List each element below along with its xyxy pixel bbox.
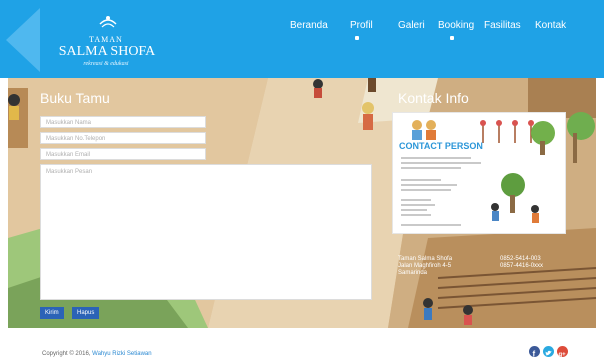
svg-text:g+: g+ bbox=[559, 352, 567, 358]
contact-address: Taman Salma Shofa Jalan Maghfiroh 4-5 Sa… bbox=[398, 256, 452, 277]
facebook-icon[interactable]: f bbox=[529, 346, 540, 359]
copyright-text: Copyright © 2016, bbox=[42, 351, 91, 357]
contact-person-heading: CONTACT PERSON bbox=[399, 141, 483, 151]
phone-input[interactable]: Masukkan No.Telepon bbox=[40, 132, 206, 144]
guestbook-title: Buku Tamu bbox=[40, 90, 110, 106]
footer-copyright: Copyright © 2016, Wahyu Rizki Setiawan bbox=[42, 351, 152, 357]
nav-kontak[interactable]: Kontak bbox=[535, 20, 566, 31]
site-logo[interactable]: TAMAN SALMA SHOFA rekreasi & edukasi bbox=[6, 8, 155, 72]
logo-tagline: rekreasi & edukasi bbox=[83, 61, 129, 67]
logo-swirl-icon bbox=[99, 16, 117, 28]
submit-button[interactable]: Kirim bbox=[40, 307, 64, 319]
contact-phones: 0852-5414-003 0857-4416-0xxx bbox=[500, 256, 543, 270]
message-textarea[interactable]: Masukkan Pesan bbox=[40, 164, 372, 300]
nav-profil[interactable]: Profil bbox=[350, 20, 373, 31]
contact-title: Kontak Info bbox=[398, 90, 469, 106]
email-input[interactable]: Masukkan Email bbox=[40, 148, 206, 160]
name-input[interactable]: Masukkan Nama bbox=[40, 116, 206, 128]
reset-button[interactable]: Hapus bbox=[72, 307, 100, 319]
google-plus-icon[interactable]: g+ bbox=[557, 346, 568, 358]
twitter-icon[interactable] bbox=[543, 346, 554, 357]
nav-fasilitas[interactable]: Fasilitas bbox=[484, 20, 521, 31]
nav-beranda[interactable]: Beranda bbox=[290, 20, 328, 31]
address-line: Taman Salma Shofa bbox=[398, 256, 453, 262]
svg-text:f: f bbox=[533, 350, 536, 359]
logo-title: SALMA SHOFA bbox=[58, 44, 156, 59]
nav-booking-indicator bbox=[450, 36, 454, 40]
logo-small-text: TAMAN bbox=[89, 35, 123, 44]
nav-galeri[interactable]: Galeri bbox=[398, 20, 425, 31]
logo-arrow-shape bbox=[6, 8, 40, 72]
contact-person-poster: CONTACT PERSON bbox=[392, 112, 566, 234]
poster-illustration bbox=[401, 120, 555, 226]
author-link[interactable]: Wahyu Rizki Setiawan bbox=[92, 351, 151, 357]
site-header: TAMAN SALMA SHOFA rekreasi & edukasi Ber… bbox=[0, 0, 604, 78]
nav-booking[interactable]: Booking bbox=[438, 20, 474, 31]
phone-line: 0852-5414-003 bbox=[500, 256, 541, 262]
phone-line: 0857-4416-0xxx bbox=[500, 263, 544, 269]
address-line: Jalan Maghfiroh 4-5 bbox=[398, 263, 452, 269]
address-line: Samarinda bbox=[398, 270, 428, 276]
nav-profil-indicator bbox=[355, 36, 359, 40]
